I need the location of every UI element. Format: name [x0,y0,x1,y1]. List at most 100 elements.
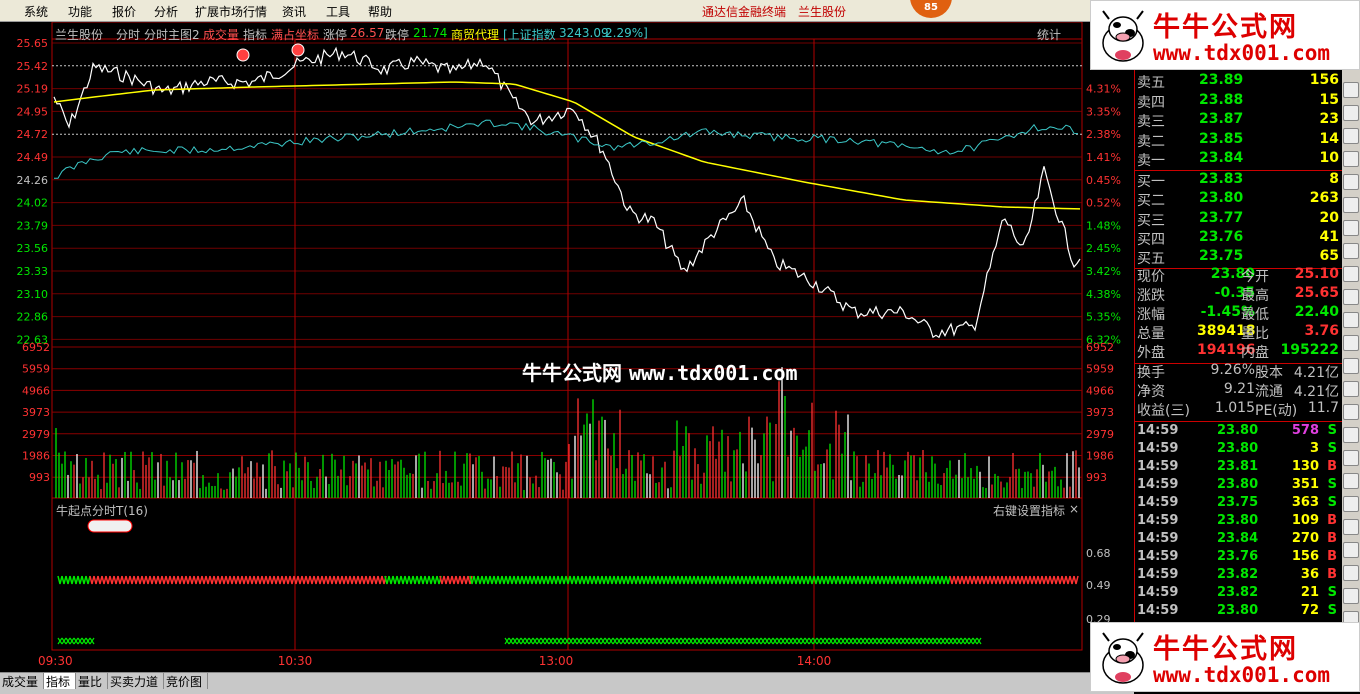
header-full-coordinate[interactable]: 满占坐标 [271,26,319,43]
f10-icon[interactable] [1343,243,1359,259]
signal-band-mark [529,575,535,585]
index-label[interactable]: [上证指数 [503,26,556,43]
signal-band-mark [897,575,903,585]
order-book-sell-row[interactable]: 卖二 23.85 14 [1137,131,1341,150]
order-book-buy-row[interactable]: 买五 23.75 65 [1137,248,1341,267]
signal-cross-mark [77,637,83,645]
buy-level-label: 买二 [1137,193,1165,210]
f5-icon[interactable] [1343,588,1359,604]
tick-trade-row: 14:59 23.80 72 S [1137,603,1341,621]
signal-band-mark [1057,575,1063,585]
header-volume[interactable]: 成交量 [203,26,239,43]
quote-info-label: 现价 [1137,269,1165,285]
signal-band-mark [65,575,71,585]
signal-band-mark [973,575,979,585]
signal-band-mark [773,575,779,585]
trade-price: 23.80 [1217,441,1259,456]
signal-band-mark [121,575,127,585]
signal-band-mark [661,575,667,585]
quote-icon[interactable] [1343,82,1359,98]
order-book-buy-row[interactable]: 买四 23.76 41 [1137,229,1341,248]
list-icon[interactable] [1343,473,1359,489]
signal-band-mark [873,575,879,585]
f6-icon[interactable] [1343,358,1359,374]
close-icon[interactable]: × [1069,502,1079,516]
menu-quote[interactable]: 报价 [112,3,136,20]
signal-band-mark [205,575,211,585]
app-title: 通达信金融终端 [702,5,787,19]
tab-buy-sell-power[interactable]: 买卖力道 [108,673,164,689]
signal-band-mark [1061,575,1067,585]
menu-extended-market[interactable]: 扩展市场行情 [195,3,267,20]
header-indicator[interactable]: 指标 [243,26,267,43]
notification-badge[interactable]: 85 [910,0,952,18]
menu-system[interactable]: 系统 [24,3,48,20]
sell-level-label: 卖二 [1137,133,1165,150]
ruler-icon[interactable] [1343,312,1359,328]
formula-icon[interactable] [1343,404,1359,420]
menu-help[interactable]: 帮助 [368,3,392,20]
trade-volume: 109 [1291,513,1319,528]
signal-band-mark [929,575,935,585]
signal-cross-mark [520,637,526,645]
pen-icon[interactable] [1343,565,1359,581]
order-book-sell-row[interactable]: 卖四 23.88 15 [1137,92,1341,111]
order-book-buy-row[interactable]: 买三 23.77 20 [1137,210,1341,229]
price-axis-label: 24.26 [17,174,49,187]
order-book-sell-row[interactable]: 卖三 23.87 23 [1137,111,1341,130]
signal-band-mark [329,575,335,585]
volume-axis-label: 1986 [22,450,50,463]
wave-icon[interactable] [1343,496,1359,512]
candle-icon[interactable] [1343,197,1359,213]
kline-icon[interactable] [1343,174,1359,190]
cross-icon[interactable] [1343,266,1359,282]
trade-side: S [1327,603,1337,618]
sector-label[interactable]: 商贸代理 [451,26,499,43]
sell-icon[interactable] [1343,450,1359,466]
tick-trade-row: 14:59 23.84 270 B [1137,531,1341,549]
signal-cross-mark [928,637,934,645]
signal-cross-mark [85,637,91,645]
trend-icon[interactable] [1343,519,1359,535]
header-main-chart[interactable]: 分时主图2 [144,26,200,43]
tab-auction[interactable]: 竞价图 [164,673,208,689]
menu-tools[interactable]: 工具 [326,3,350,20]
percent-icon[interactable] [1343,542,1359,558]
signal-band-mark [853,575,859,585]
fiz-icon[interactable] [1343,381,1359,397]
stats-button[interactable]: 统计 [1037,26,1061,43]
signal-band-mark [101,575,107,585]
signal-cross-mark [852,637,858,645]
signal-band-mark [447,575,453,585]
grid-icon[interactable] [1343,335,1359,351]
signal-band-mark [463,575,469,585]
menu-analysis[interactable]: 分析 [154,3,178,20]
menu-function[interactable]: 功能 [68,3,92,20]
sell-level-label: 卖三 [1137,114,1165,130]
intraday-chart[interactable]: 25.65 25.42 25.19 24.95 24.72 24.49 24.26 24.02… [0,21,1134,672]
tab-volume-ratio[interactable]: 量比 [76,673,108,689]
signal-band-mark [561,575,567,585]
signal-band-mark [281,575,287,585]
signal-band-mark [805,575,811,585]
order-book-sell-row[interactable]: 卖五 23.89 156 [1137,72,1341,91]
draw-icon[interactable] [1343,289,1359,305]
header-minute-label[interactable]: 分时 [116,26,140,43]
limit-down-label: 跌停 [385,28,410,42]
menu-news[interactable]: 资讯 [282,3,306,20]
signal-band-mark [913,575,919,585]
order-book-sell-row[interactable]: 卖一 23.84 10 [1137,150,1341,169]
quote-info-label: 涨幅 [1137,307,1165,323]
signal-cross-mark [652,637,658,645]
tab-indicator[interactable]: 指标 [44,673,76,689]
order-book-buy-row[interactable]: 买一 23.83 8 [1137,171,1341,190]
chart-icon[interactable] [1343,105,1359,121]
buy-icon[interactable] [1343,427,1359,443]
signal-band-mark [93,575,99,585]
function-icon[interactable] [1343,220,1359,236]
trade-volume: 270 [1291,531,1319,546]
tab-volume[interactable]: 成交量 [0,673,44,689]
order-book-buy-row[interactable]: 买二 23.80 263 [1137,190,1341,209]
zoom-in-icon[interactable] [1343,128,1359,144]
zoom-out-icon[interactable] [1343,151,1359,167]
